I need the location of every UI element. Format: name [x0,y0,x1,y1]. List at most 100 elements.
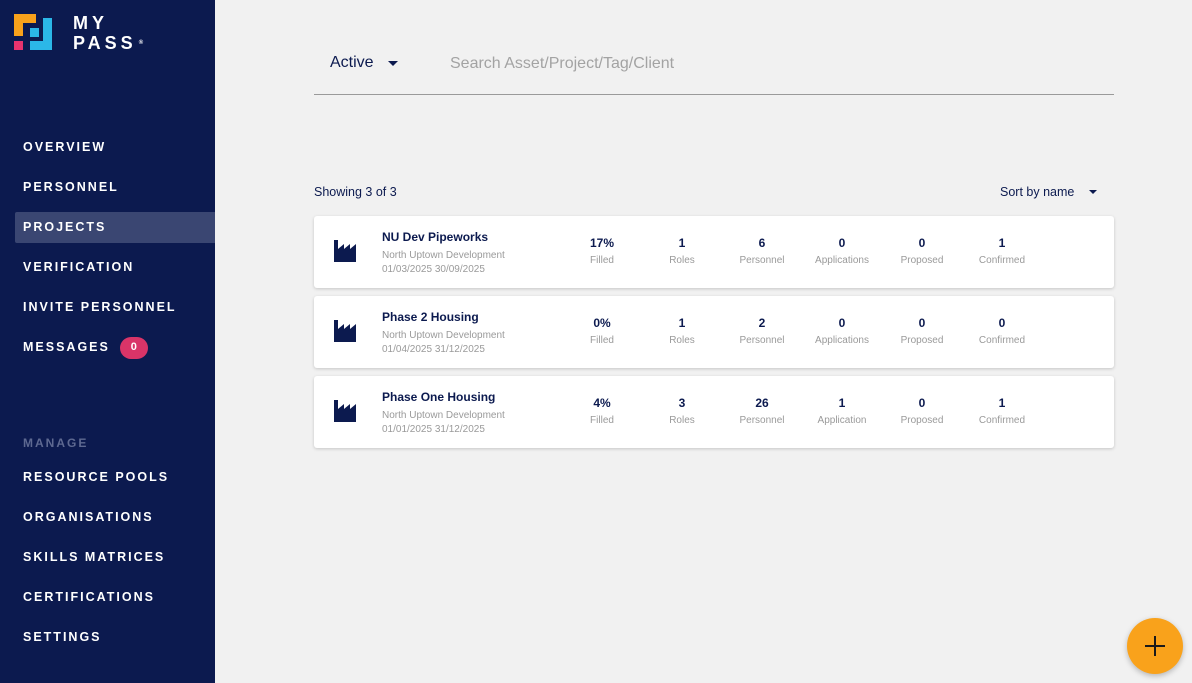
project-card[interactable]: NU Dev Pipeworks North Uptown Developmen… [314,216,1114,288]
stat-label: Filled [590,335,614,346]
logo-line2: PASS [73,33,137,53]
mypass-logo[interactable]: MY PASS ® [14,14,154,54]
stat-value: 1 [838,396,846,410]
manage-section-label: MANAGE [23,436,89,450]
stat-proposed: 0 Proposed [877,316,967,346]
stat-applications: 1 Application [797,396,887,426]
stat-label: Applications [815,255,869,266]
stat-filled: 4% Filled [557,396,647,426]
stat-label: Proposed [900,415,944,426]
stat-value: 0 [998,316,1006,330]
stat-label: Applications [815,335,869,346]
stat-proposed: 0 Proposed [877,236,967,266]
stat-label: Filled [590,255,614,266]
factory-icon [334,240,356,262]
stat-filled: 17% Filled [557,236,647,266]
project-name: Phase 2 Housing [382,310,479,324]
nav-item-overview[interactable]: OVERVIEW [15,132,215,163]
nav-item-settings[interactable]: SETTINGS [15,622,215,653]
stat-label: Proposed [900,255,944,266]
stat-value: 4% [593,396,611,410]
nav-item-certifications[interactable]: CERTIFICATIONS [15,582,215,613]
stat-roles: 1 Roles [637,316,727,346]
results-count: Showing 3 of 3 [314,185,397,199]
stat-value: 0 [918,236,926,250]
stat-label: Roles [669,255,695,266]
project-dates: 01/01/2025 31/12/2025 [382,424,485,435]
stat-value: 1 [678,236,686,250]
project-card[interactable]: Phase One Housing North Uptown Developme… [314,376,1114,448]
project-client: North Uptown Development [382,410,505,421]
stat-confirmed: 0 Confirmed [957,316,1047,346]
stat-value: 6 [758,236,766,250]
project-client: North Uptown Development [382,250,505,261]
stat-label: Confirmed [978,415,1026,426]
nav-item-invite-personnel[interactable]: INVITE PERSONNEL [15,292,215,323]
nav-item-messages[interactable]: MESSAGES 0 [15,332,215,363]
status-filter-dropdown[interactable]: Active [330,54,398,72]
stat-label: Roles [669,335,695,346]
sort-value: Sort by name [1000,185,1075,199]
stat-value: 0% [593,316,611,330]
nav-item-resource-pools[interactable]: RESOURCE POOLS [15,462,215,493]
nav-item-verification[interactable]: VERIFICATION [15,252,215,283]
nav-item-label: PROJECTS [23,220,107,234]
caret-down-icon [387,60,398,66]
project-card[interactable]: Phase 2 Housing North Uptown Development… [314,296,1114,368]
project-name: NU Dev Pipeworks [382,230,489,244]
stat-value: 0 [838,236,846,250]
add-project-button[interactable] [1127,618,1183,674]
nav-item-label: OVERVIEW [23,140,107,154]
plus-icon [1145,636,1165,656]
stat-label: Filled [590,415,614,426]
stat-label: Confirmed [978,255,1026,266]
project-name: Phase One Housing [382,390,496,404]
nav-item-label: VERIFICATION [23,260,135,274]
stat-filled: 0% Filled [557,316,647,346]
factory-icon [334,400,356,422]
nav-item-label: INVITE PERSONNEL [23,300,177,314]
stat-value: 1 [998,236,1006,250]
project-client: North Uptown Development [382,330,505,341]
stat-value: 1 [678,316,686,330]
nav-item-organisations[interactable]: ORGANISATIONS [15,502,215,533]
stat-label: Application [817,415,867,426]
stat-personnel: 2 Personnel [717,316,807,346]
stat-proposed: 0 Proposed [877,396,967,426]
stat-value: 2 [758,316,766,330]
status-filter-value: Active [330,54,374,71]
nav-item-label: RESOURCE POOLS [23,470,170,484]
factory-icon [334,320,356,342]
stat-personnel: 26 Personnel [717,396,807,426]
stat-label: Personnel [739,255,785,266]
stat-label: Personnel [739,415,785,426]
nav-item-label: SKILLS MATRICES [23,550,166,564]
stat-value: 0 [838,316,846,330]
nav-item-skills-matrices[interactable]: SKILLS MATRICES [15,542,215,573]
nav-item-label: PERSONNEL [23,180,119,194]
mypass-logo-icon [14,14,52,50]
stat-value: 1 [998,396,1006,410]
nav-item-label: SETTINGS [23,630,102,644]
sort-dropdown[interactable]: Sort by name [1000,185,1098,199]
nav-item-label: MESSAGES [23,340,110,354]
stat-value: 3 [678,396,686,410]
stat-label: Proposed [900,335,944,346]
nav-item-projects[interactable]: PROJECTS [15,212,215,243]
logo-wordmark: MY PASS ® [73,14,143,53]
stat-value: 0 [918,396,926,410]
search-input[interactable] [440,48,1090,80]
stat-label: Confirmed [978,335,1026,346]
stat-applications: 0 Applications [797,316,887,346]
search-underline [314,94,1114,95]
caret-down-icon [1089,190,1098,194]
stat-value: 26 [755,396,769,410]
nav-item-label: CERTIFICATIONS [23,590,155,604]
stat-value: 17% [589,236,615,250]
nav-item-personnel[interactable]: PERSONNEL [15,172,215,203]
messages-count-badge: 0 [119,336,148,359]
stat-label: Personnel [739,335,785,346]
stat-roles: 1 Roles [637,236,727,266]
sidebar: MY PASS ® OVERVIEW PERSONNEL PROJECTS VER… [0,0,215,683]
project-dates: 01/03/2025 30/09/2025 [382,264,485,275]
